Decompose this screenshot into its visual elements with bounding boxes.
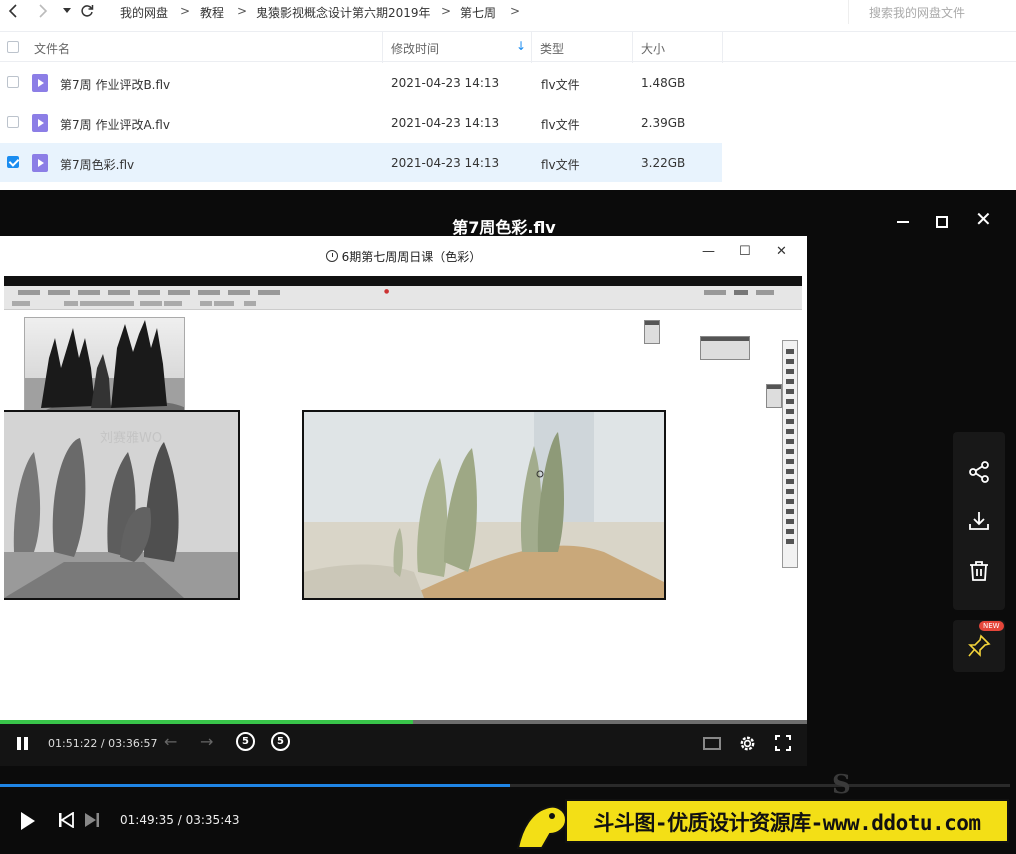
painting-right — [302, 410, 666, 600]
search-placeholder: 搜索我的网盘文件 — [869, 6, 966, 20]
file-name[interactable]: 第7周 作业评改B.flv — [60, 76, 170, 93]
back-icon[interactable] — [4, 2, 22, 20]
reference-image — [24, 317, 185, 425]
breadcrumb-item[interactable]: 第七周 — [460, 4, 496, 21]
refresh-icon[interactable] — [78, 2, 96, 20]
file-size: 3.22GB — [641, 156, 686, 170]
file-size: 1.48GB — [641, 76, 686, 90]
player-time-display: 01:49:35 / 03:35:43 — [120, 813, 240, 827]
file-name[interactable]: 第7周色彩.flv — [60, 156, 134, 173]
pin-icon — [968, 634, 991, 657]
file-type: flv文件 — [541, 158, 580, 172]
faded-logo-icon: S — [832, 770, 851, 800]
video-file-icon — [32, 114, 48, 132]
inner-control-bar: 01:51:22 / 03:36:57 ← → 5 5 — [0, 724, 807, 766]
file-manager: 我的网盘 > 教程 > 鬼猿影视概念设计第六期2019年 > 第七周 > 搜索我… — [0, 0, 1016, 190]
previous-track-icon[interactable] — [58, 811, 74, 829]
minimize-icon[interactable] — [893, 212, 913, 232]
maximize-icon[interactable] — [932, 212, 952, 232]
inner-time-display: 01:51:22 / 03:36:57 — [48, 737, 158, 750]
breadcrumb-separator: > — [237, 4, 248, 18]
banner-text: 斗斗图-优质设计资源库-www.ddotu.com — [593, 811, 981, 835]
file-name[interactable]: 第7周 作业评改A.flv — [60, 116, 170, 133]
delete-icon[interactable] — [967, 559, 991, 583]
video-player: 第7周色彩.flv ✕ 6期第七周周日课（色彩） — ☐ ✕ ● 刘赛雅WO 0… — [0, 190, 1010, 854]
forward-icon[interactable] — [34, 2, 52, 20]
table-header: 文件名 修改时间 ↓ 类型 大小 — [0, 31, 1016, 63]
forward-5-icon[interactable]: 5 — [271, 732, 290, 751]
inner-title-bar: 6期第七周周日课（色彩） — ☐ ✕ — [0, 236, 807, 276]
prev-arrow-icon[interactable]: ← — [164, 732, 177, 751]
screen: { "nav": { "back_icon": "chevron-left-ic… — [0, 0, 1016, 854]
select-all-checkbox[interactable] — [7, 41, 19, 53]
column-header-size[interactable]: 大小 — [641, 40, 665, 57]
inner-minimize-icon[interactable]: — — [702, 244, 715, 259]
new-badge: NEW — [979, 621, 1004, 631]
inner-close-icon[interactable]: ✕ — [776, 244, 787, 259]
file-type: flv文件 — [541, 78, 580, 92]
sort-arrow-down-icon[interactable]: ↓ — [516, 39, 526, 53]
side-action-panel — [953, 432, 1005, 610]
table-row[interactable]: 第7周 作业评改A.flv 2021-04-23 14:13 flv文件 2.3… — [0, 103, 722, 142]
search-input[interactable]: 搜索我的网盘文件 — [848, 0, 1016, 24]
file-size: 2.39GB — [641, 116, 686, 130]
breadcrumb-item[interactable]: 教程 — [200, 4, 224, 21]
recording-indicator: ● — [384, 288, 390, 295]
mascot-icon — [516, 805, 568, 849]
download-icon[interactable] — [967, 509, 991, 533]
fullscreen-icon[interactable] — [775, 735, 791, 751]
inner-maximize-icon[interactable]: ☐ — [739, 244, 751, 259]
inner-title-text: 6期第七周周日课（色彩） — [341, 250, 482, 264]
column-header-type[interactable]: 类型 — [540, 40, 564, 57]
column-divider — [632, 32, 633, 63]
app-toolbox — [782, 340, 798, 568]
share-icon[interactable] — [967, 460, 991, 484]
file-modified: 2021-04-23 14:13 — [391, 76, 500, 90]
clock-icon — [325, 250, 338, 262]
column-divider — [722, 32, 723, 63]
rewind-5-icon[interactable]: 5 — [236, 732, 255, 751]
breadcrumb-separator: > — [510, 4, 521, 18]
app-menu-bar: ● — [4, 286, 802, 310]
breadcrumb-separator: > — [441, 4, 452, 18]
app-floating-panel — [644, 320, 660, 344]
app-title-strip — [4, 276, 802, 286]
next-track-icon[interactable] — [84, 812, 100, 828]
inner-video-window: 6期第七周周日课（色彩） — ☐ ✕ ● 刘赛雅WO 01:51:22 / 03… — [0, 236, 807, 766]
breadcrumb-separator: > — [180, 4, 191, 18]
theater-mode-icon[interactable] — [703, 737, 721, 750]
next-arrow-icon[interactable]: → — [200, 732, 213, 751]
row-checkbox[interactable] — [7, 116, 19, 128]
file-modified: 2021-04-23 14:13 — [391, 116, 500, 130]
row-checkbox-checked[interactable] — [7, 156, 19, 168]
video-file-icon — [32, 74, 48, 92]
watermark-banner: 斗斗图-优质设计资源库-www.ddotu.com — [565, 799, 1009, 843]
player-title: 第7周色彩.flv — [452, 218, 556, 237]
close-icon[interactable]: ✕ — [975, 209, 995, 232]
column-divider — [531, 32, 532, 63]
video-file-icon — [32, 154, 48, 172]
app-floating-panel — [766, 384, 782, 408]
pause-icon[interactable] — [17, 737, 29, 750]
player-progress-fill — [0, 784, 511, 787]
history-dropdown-icon[interactable] — [58, 2, 76, 20]
play-icon[interactable] — [21, 812, 35, 830]
watermark-text: 刘赛雅WO — [100, 431, 163, 446]
video-frame[interactable]: ● 刘赛雅WO — [4, 276, 802, 718]
column-divider — [382, 32, 383, 63]
file-modified: 2021-04-23 14:13 — [391, 156, 500, 170]
breadcrumb-item[interactable]: 鬼猿影视概念设计第六期2019年 — [256, 4, 431, 21]
column-header-modified[interactable]: 修改时间 — [391, 40, 439, 57]
row-checkbox[interactable] — [7, 76, 19, 88]
breadcrumb-item[interactable]: 我的网盘 — [120, 4, 168, 21]
table-row[interactable]: 第7周 作业评改B.flv 2021-04-23 14:13 flv文件 1.4… — [0, 63, 722, 102]
settings-gear-icon[interactable] — [738, 734, 757, 753]
column-header-name[interactable]: 文件名 — [34, 40, 70, 57]
table-row-selected[interactable]: 第7周色彩.flv 2021-04-23 14:13 flv文件 3.22GB — [0, 143, 722, 182]
app-floating-panel — [700, 336, 750, 360]
inner-window-title: 6期第七周周日课（色彩） — [0, 248, 807, 265]
nav-bar: 我的网盘 > 教程 > 鬼猿影视概念设计第六期2019年 > 第七周 > 搜索我… — [0, 0, 1016, 24]
file-type: flv文件 — [541, 118, 580, 132]
